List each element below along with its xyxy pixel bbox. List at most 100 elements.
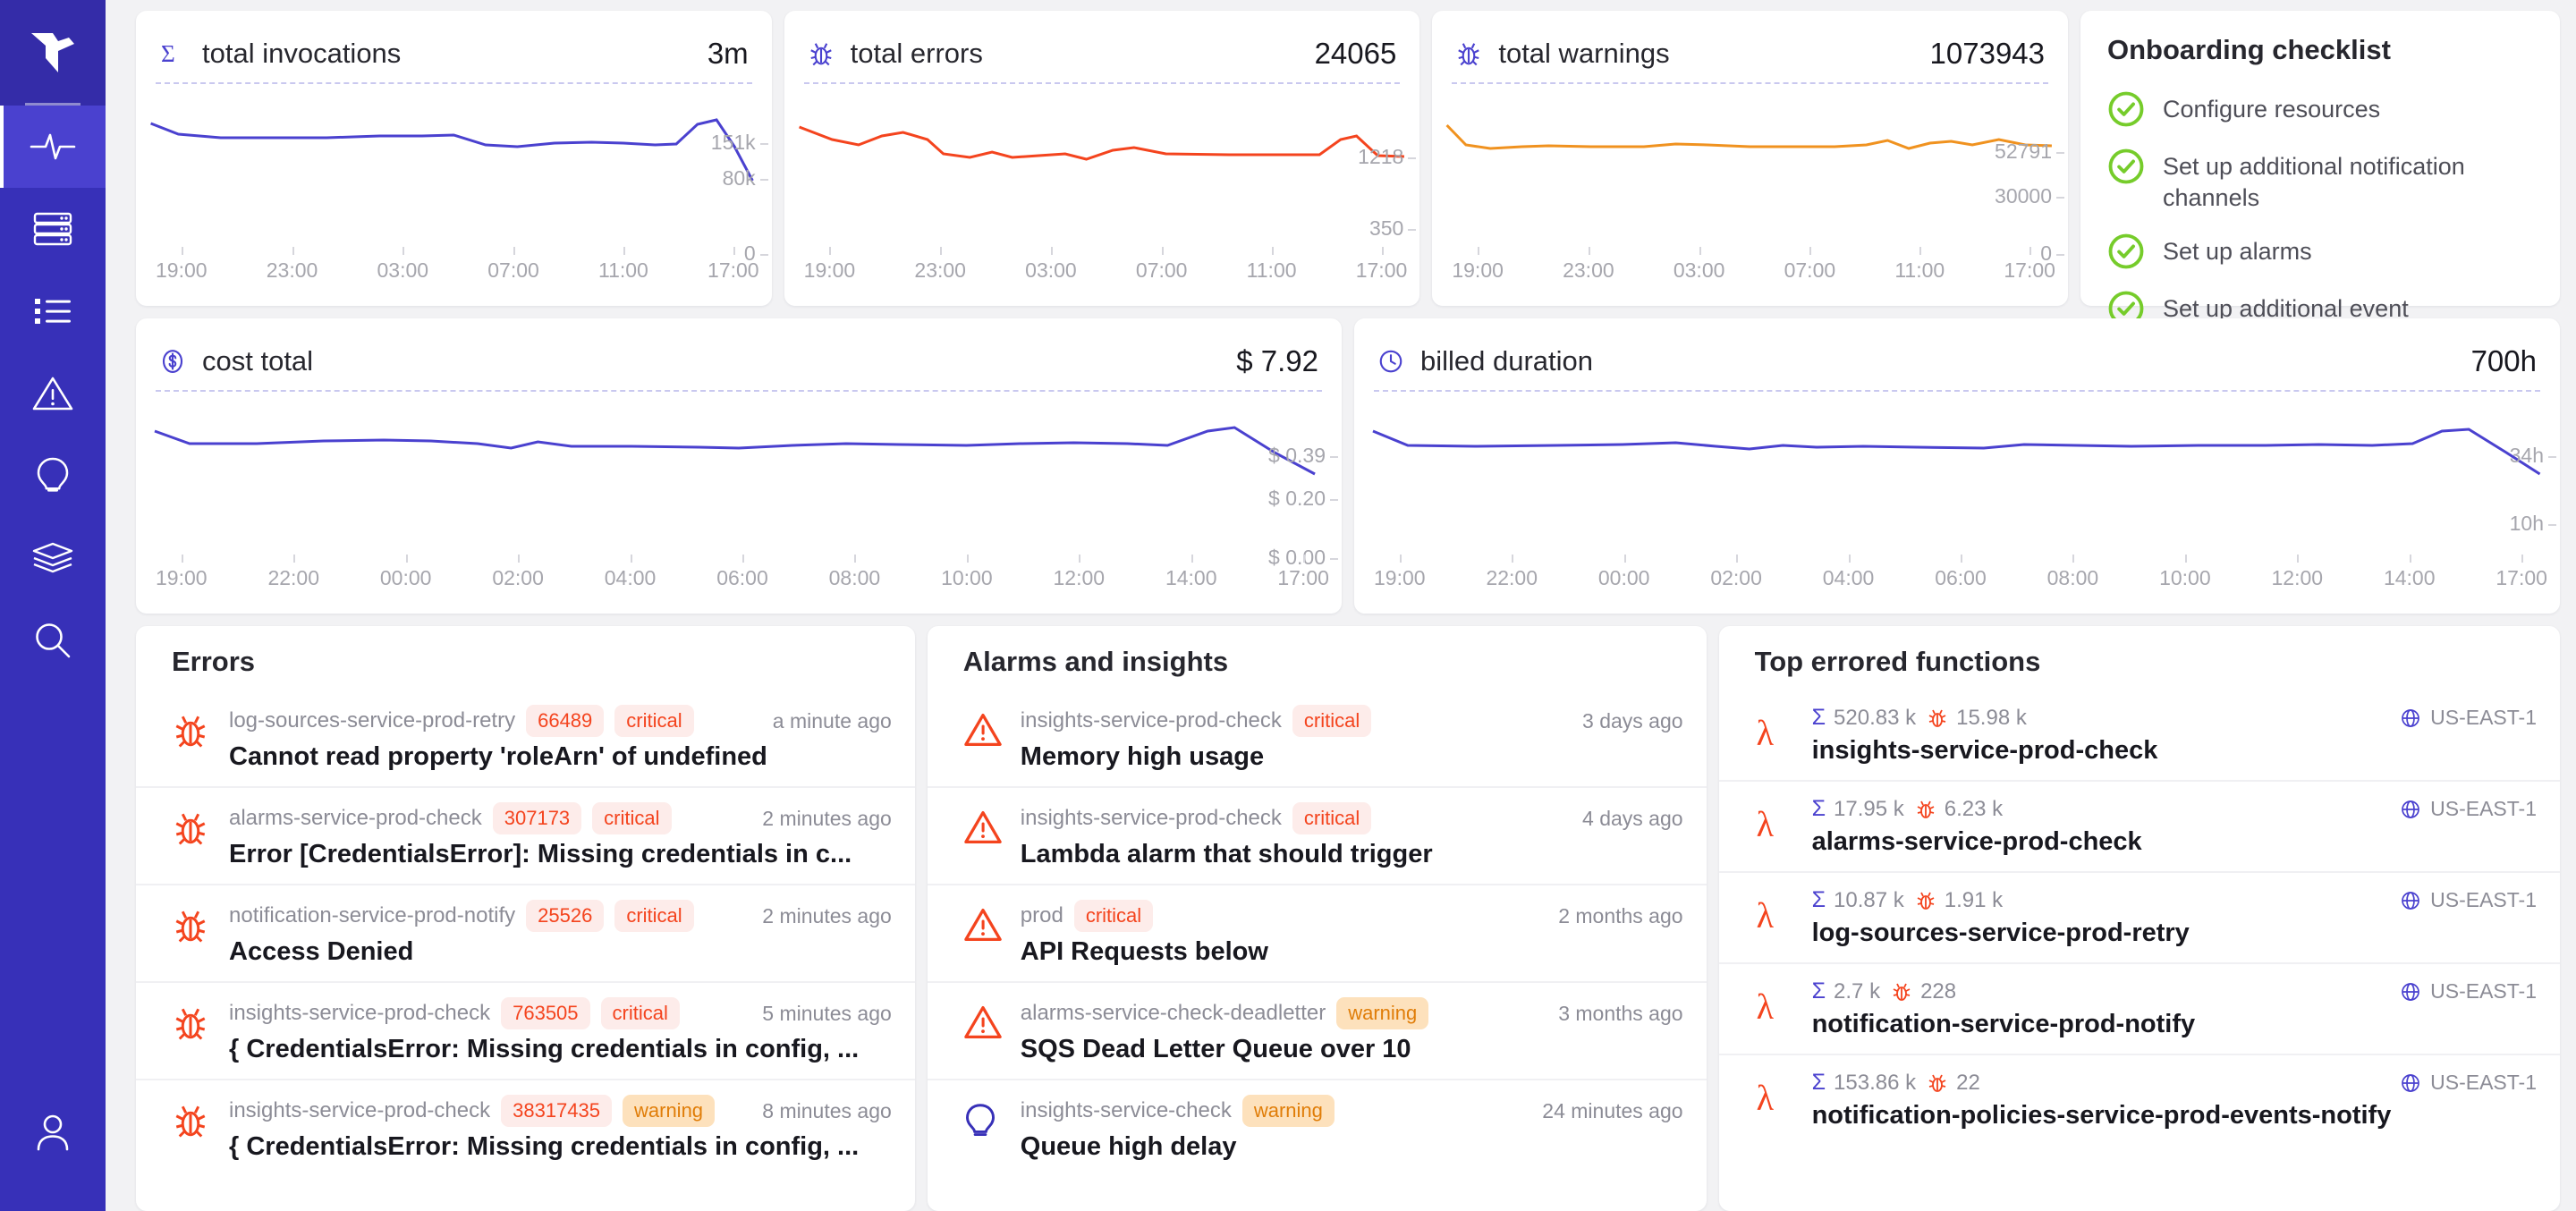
metric-card-total-invocations[interactable]: Σ total invocations 3m 151k 80k 0 [136, 11, 772, 306]
sidebar-item-insights[interactable] [0, 435, 106, 517]
table-row[interactable]: insights-service-prod-check 38317435 war… [136, 1079, 915, 1176]
x-tick: 11:00 [1894, 258, 1945, 283]
metric-card-cost-total[interactable]: cost total $ 7.92 $ 0.39 $ 0.20 $ 0.00 1… [136, 318, 1342, 614]
table-row[interactable]: λ Σ 2.7 k 228 [1719, 962, 2560, 1054]
list-icon [33, 296, 72, 326]
row-body: Σ 153.86 k 22 US-EAST-1 [1812, 1070, 2537, 1131]
table-row[interactable]: alarms-service-check-deadletter warning … [928, 981, 1707, 1079]
table-row[interactable]: insights-service-prod-check 763505 criti… [136, 981, 915, 1079]
region-value: US-EAST-1 [2430, 797, 2537, 821]
sidebar-item-stacks[interactable] [0, 517, 106, 599]
bug-icon [172, 705, 213, 754]
function-name: notification-service-prod-notify [1812, 1010, 2537, 1039]
warning-triangle-icon [963, 705, 1004, 752]
x-axis: 19:00 23:00 03:00 07:00 11:00 17:00 [156, 258, 759, 283]
check-circle-icon [2107, 148, 2145, 185]
sidebar-item-account[interactable] [0, 1091, 106, 1173]
invocations-value: 520.83 k [1834, 706, 1916, 731]
x-tick: 06:00 [716, 566, 768, 590]
table-row[interactable]: λ Σ 153.86 k 22 [1719, 1054, 2560, 1145]
metric-card-total-warnings[interactable]: total warnings 1073943 52791 30000 0 19:… [1432, 11, 2068, 306]
status-badge: warning [623, 1095, 715, 1127]
onboarding-item[interactable]: Set up alarms [2107, 223, 2533, 280]
error-message: Access Denied [229, 937, 892, 967]
lambda-icon: λ [1755, 796, 1796, 847]
onboarding-item[interactable]: Configure resources [2107, 80, 2533, 138]
bug-icon [1927, 707, 1948, 729]
bulb-icon [35, 456, 71, 495]
sidebar-item-alarms[interactable] [0, 352, 106, 435]
errors-stat: 6.23 k [1915, 797, 2003, 822]
status-badge: critical [601, 997, 680, 1029]
sidebar-item-search[interactable] [0, 599, 106, 682]
errors-stat: 1.91 k [1915, 888, 2003, 913]
region-value: US-EAST-1 [2430, 888, 2537, 912]
app-logo[interactable] [0, 0, 106, 106]
metric-header: total warnings 1073943 [1432, 11, 2068, 77]
row-meta: Σ 520.83 k 15.98 k US-EAST-1 [1812, 705, 2537, 731]
x-tick: 11:00 [1247, 258, 1297, 283]
metric-title: total errors [851, 38, 983, 70]
bulb-outline-icon [963, 1095, 1004, 1144]
svg-text:λ: λ [1756, 895, 1774, 934]
alarms-list: insights-service-prod-check critical 3 d… [928, 690, 1707, 1211]
status-badge: critical [614, 705, 693, 737]
table-row[interactable]: insights-service-prod-check critical 4 d… [928, 786, 1707, 884]
error-source: alarms-service-prod-check [229, 806, 482, 831]
lambda-icon: λ [1755, 887, 1796, 938]
onboarding-item-label: Set up additional notification channels [2163, 148, 2533, 213]
main-content: Σ total invocations 3m 151k 80k 0 [106, 0, 2576, 1211]
x-tick: 19:00 [804, 258, 856, 283]
metric-header: cost total $ 7.92 [136, 318, 1342, 385]
table-row[interactable]: insights-service-prod-check critical 3 d… [928, 690, 1707, 786]
y-axis-label: 151k [711, 131, 756, 155]
metric-title: billed duration [1420, 345, 1593, 377]
invocations-stat: Σ 153.86 k [1812, 1070, 1917, 1096]
table-row[interactable]: λ Σ 520.83 k 15.98 k [1719, 690, 2560, 780]
y-axis-label: $ 0.39 [1268, 444, 1326, 468]
sigma-icon: Σ [1812, 887, 1826, 913]
y-axis-label: 350 [1369, 216, 1403, 241]
table-row[interactable]: λ Σ 10.87 k 1.91 k [1719, 871, 2560, 962]
dollar-icon [159, 348, 191, 375]
metric-title: total warnings [1498, 38, 1669, 70]
x-tick: 17:00 [2496, 566, 2547, 590]
x-tick: 03:00 [1674, 258, 1725, 283]
check-circle-icon [2107, 90, 2145, 128]
row-body: notification-service-prod-notify 25526 c… [229, 900, 892, 967]
errors-value: 228 [1920, 979, 1956, 1004]
sidebar-item-pulse[interactable] [0, 106, 106, 188]
bug-icon [1915, 799, 1936, 820]
alarm-message: Memory high usage [1021, 742, 1683, 772]
alarm-source: insights-service-prod-check [1021, 806, 1282, 831]
x-tick: 07:00 [487, 258, 539, 283]
row-meta: notification-service-prod-notify 25526 c… [229, 900, 892, 932]
y-axis-label: $ 0.20 [1268, 487, 1326, 511]
table-row[interactable]: notification-service-prod-notify 25526 c… [136, 884, 915, 981]
invocations-stat: Σ 2.7 k [1812, 978, 1881, 1004]
table-row[interactable]: insights-service-check warning 24 minute… [928, 1079, 1707, 1176]
invocations-value: 17.95 k [1834, 797, 1904, 822]
timestamp: a minute ago [760, 709, 892, 733]
table-row[interactable]: log-sources-service-prod-retry 66489 cri… [136, 690, 915, 786]
table-row[interactable]: alarms-service-prod-check 307173 critica… [136, 786, 915, 884]
sidebar-item-resources[interactable] [0, 188, 106, 270]
x-tick: 23:00 [267, 258, 318, 283]
row-body: insights-service-prod-check critical 4 d… [1021, 802, 1683, 869]
onboarding-item[interactable]: Set up additional notification channels [2107, 138, 2533, 223]
x-tick: 08:00 [2047, 566, 2099, 590]
metric-card-total-errors[interactable]: total errors 24065 1218 350 19:00 23:00 [784, 11, 1420, 306]
warning-icon [32, 376, 73, 411]
metric-value: 3m [708, 37, 749, 71]
table-row[interactable]: λ Σ 17.95 k 6.23 k [1719, 780, 2560, 871]
metric-chart: 52791 30000 0 19:00 23:00 03:00 07:00 11… [1432, 84, 2068, 295]
metric-card-billed-duration[interactable]: billed duration 700h 34h 10h 19:00 22:00… [1354, 318, 2560, 614]
sidebar-item-logs[interactable] [0, 270, 106, 352]
function-name: alarms-service-prod-check [1812, 827, 2537, 857]
row-meta: insights-service-prod-check 763505 criti… [229, 997, 892, 1029]
x-tick: 22:00 [267, 566, 319, 590]
region-label: US-EAST-1 [2400, 797, 2537, 821]
metric-chart: $ 0.39 $ 0.20 $ 0.00 19:00 22:00 00:00 0… [136, 392, 1342, 603]
error-count-badge: 25526 [526, 900, 604, 932]
table-row[interactable]: prod critical 2 months ago API Requests … [928, 884, 1707, 981]
